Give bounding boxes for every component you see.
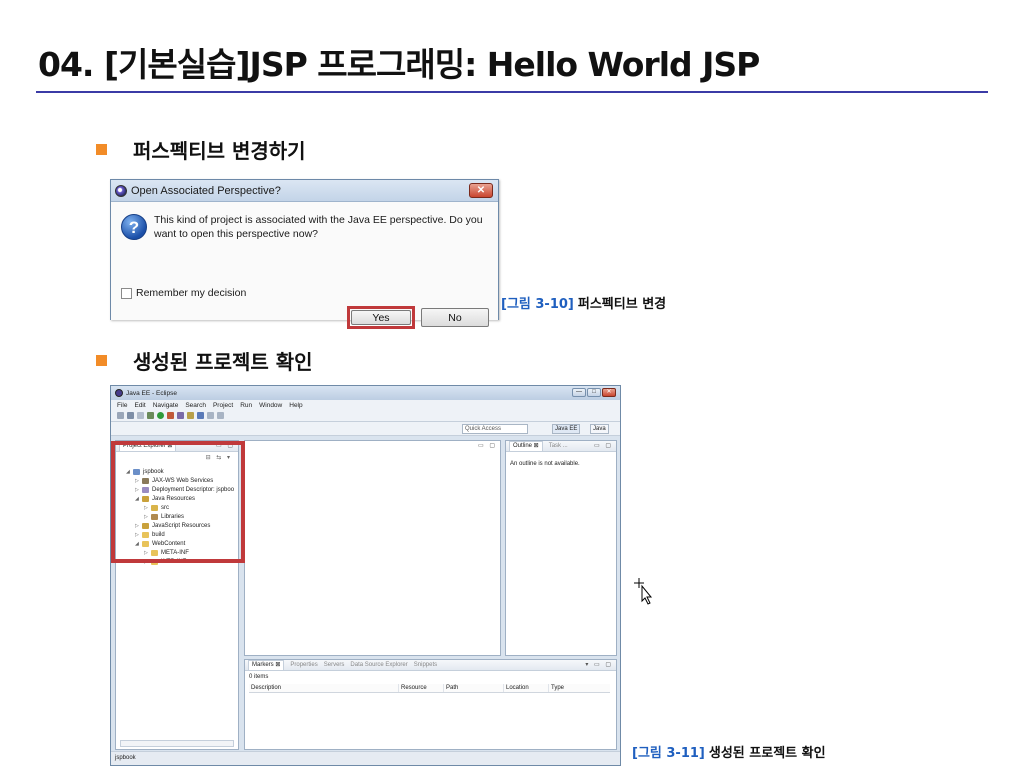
eclipse-titlebar: Java EE - Eclipse — □ ✕ <box>111 386 620 400</box>
column-description[interactable]: Description <box>249 684 399 692</box>
menu-bar: File Edit Navigate Search Project Run Wi… <box>111 400 620 410</box>
tab-properties[interactable]: Properties <box>290 662 317 668</box>
pane-minmax-icon[interactable]: ▭ ▢ <box>594 442 613 449</box>
column-path[interactable]: Path <box>444 684 504 692</box>
tab-markers[interactable]: Markers ⊠ <box>248 660 285 670</box>
remember-label: Remember my decision <box>136 287 247 299</box>
markers-table-header: Description Resource Path Location Type <box>249 684 610 693</box>
menu-window[interactable]: Window <box>259 402 282 409</box>
caption-text: 퍼스펙티브 변경 <box>577 297 667 312</box>
markers-pane: Markers ⊠ Properties Servers Data Source… <box>244 659 617 750</box>
dialog-message: This kind of project is associated with … <box>154 214 483 240</box>
quick-access-field[interactable]: Quick Access <box>462 424 528 434</box>
tab-data-source-explorer[interactable]: Data Source Explorer <box>350 662 407 668</box>
bullet-change-perspective: 퍼스펙티브 변경하기 <box>96 135 306 164</box>
outline-header: Outline ⊠ Task ... ▭ ▢ <box>506 441 616 452</box>
close-button[interactable]: ✕ <box>602 388 616 397</box>
dialog-title: Open Associated Perspective? <box>131 184 281 197</box>
dialog-close-button[interactable]: ✕ <box>469 183 493 198</box>
tab-servers[interactable]: Servers <box>324 662 345 668</box>
menu-help[interactable]: Help <box>289 402 302 409</box>
remember-decision[interactable]: Remember my decision <box>121 287 246 299</box>
tab-snippets[interactable]: Snippets <box>414 662 437 668</box>
status-bar: jspbook <box>111 751 620 765</box>
menu-file[interactable]: File <box>117 402 127 409</box>
perspective-bar: Quick Access Java EE Java <box>111 422 620 436</box>
open-perspective-dialog: Open Associated Perspective? ✕ ? This ki… <box>110 179 499 329</box>
figure-caption-3-10: [그림 3-10] 퍼스펙티브 변경 <box>501 293 666 312</box>
maximize-button[interactable]: □ <box>587 388 601 397</box>
yes-button[interactable]: Yes <box>351 310 411 325</box>
new-server-icon[interactable] <box>177 412 184 419</box>
editor-area: ▭ ▢ <box>244 440 501 656</box>
pane-minmax-icon[interactable]: ▾ ▭ ▢ <box>585 661 613 668</box>
horizontal-scrollbar[interactable] <box>120 740 234 747</box>
tab-task[interactable]: Task ... <box>549 443 568 449</box>
new-icon[interactable] <box>117 412 124 419</box>
title-underline <box>36 91 988 93</box>
column-location[interactable]: Location <box>504 684 549 692</box>
navigate-back-icon[interactable] <box>207 412 214 419</box>
markers-count: 0 items <box>249 674 269 680</box>
perspective-java-ee[interactable]: Java EE <box>552 424 581 434</box>
mouse-cursor-icon <box>634 578 653 605</box>
eclipse-icon <box>115 184 127 197</box>
caption-number: [그림 3-10] <box>501 297 574 312</box>
navigate-forward-icon[interactable] <box>217 412 224 419</box>
bullet-check-project: 생성된 프로젝트 확인 <box>96 346 313 375</box>
status-project: jspbook <box>115 755 136 761</box>
window-buttons: — □ ✕ <box>572 388 616 397</box>
question-icon: ? <box>121 214 147 240</box>
column-resource[interactable]: Resource <box>399 684 444 692</box>
yes-highlight: Yes <box>347 306 415 329</box>
slide-title: 04. [기본실습]JSP 프로그래밍: Hello World JSP <box>38 45 760 84</box>
outline-message: An outline is not available. <box>510 461 580 467</box>
project-tree-highlight <box>111 441 245 563</box>
remember-checkbox[interactable] <box>121 287 132 299</box>
bullet-square-icon <box>96 355 107 366</box>
external-tools-icon[interactable] <box>167 412 174 419</box>
menu-edit[interactable]: Edit <box>134 402 145 409</box>
debug-icon[interactable] <box>147 412 154 419</box>
perspective-java[interactable]: Java <box>590 424 609 434</box>
menu-run[interactable]: Run <box>240 402 252 409</box>
outline-pane: Outline ⊠ Task ... ▭ ▢ An outline is not… <box>505 440 617 656</box>
search-icon[interactable] <box>187 412 194 419</box>
tab-outline[interactable]: Outline ⊠ <box>509 441 543 451</box>
bullet-square-icon <box>96 144 107 155</box>
markers-header: Markers ⊠ Properties Servers Data Source… <box>245 660 616 671</box>
minimize-button[interactable]: — <box>572 388 586 397</box>
menu-navigate[interactable]: Navigate <box>153 402 179 409</box>
figure-caption-3-11: [그림 3-11] 생성된 프로젝트 확인 <box>632 742 826 761</box>
no-button[interactable]: No <box>421 308 489 327</box>
pane-minmax-icon[interactable]: ▭ ▢ <box>478 442 497 449</box>
eclipse-title: Java EE - Eclipse <box>126 389 177 397</box>
bullet-text: 퍼스펙티브 변경하기 <box>133 139 306 163</box>
menu-search[interactable]: Search <box>185 402 206 409</box>
dialog-body: ? This kind of project is associated wit… <box>111 202 498 329</box>
dialog-titlebar: Open Associated Perspective? ✕ <box>111 180 498 202</box>
caption-text: 생성된 프로젝트 확인 <box>708 746 826 761</box>
menu-project[interactable]: Project <box>213 402 233 409</box>
eclipse-icon <box>115 389 123 397</box>
save-icon[interactable] <box>127 412 134 419</box>
open-type-icon[interactable] <box>197 412 204 419</box>
print-icon[interactable] <box>137 412 144 419</box>
caption-number: [그림 3-11] <box>632 746 705 761</box>
run-icon[interactable] <box>157 412 164 419</box>
main-toolbar <box>111 410 620 422</box>
column-type[interactable]: Type <box>549 684 604 692</box>
bullet-text: 생성된 프로젝트 확인 <box>133 350 313 374</box>
